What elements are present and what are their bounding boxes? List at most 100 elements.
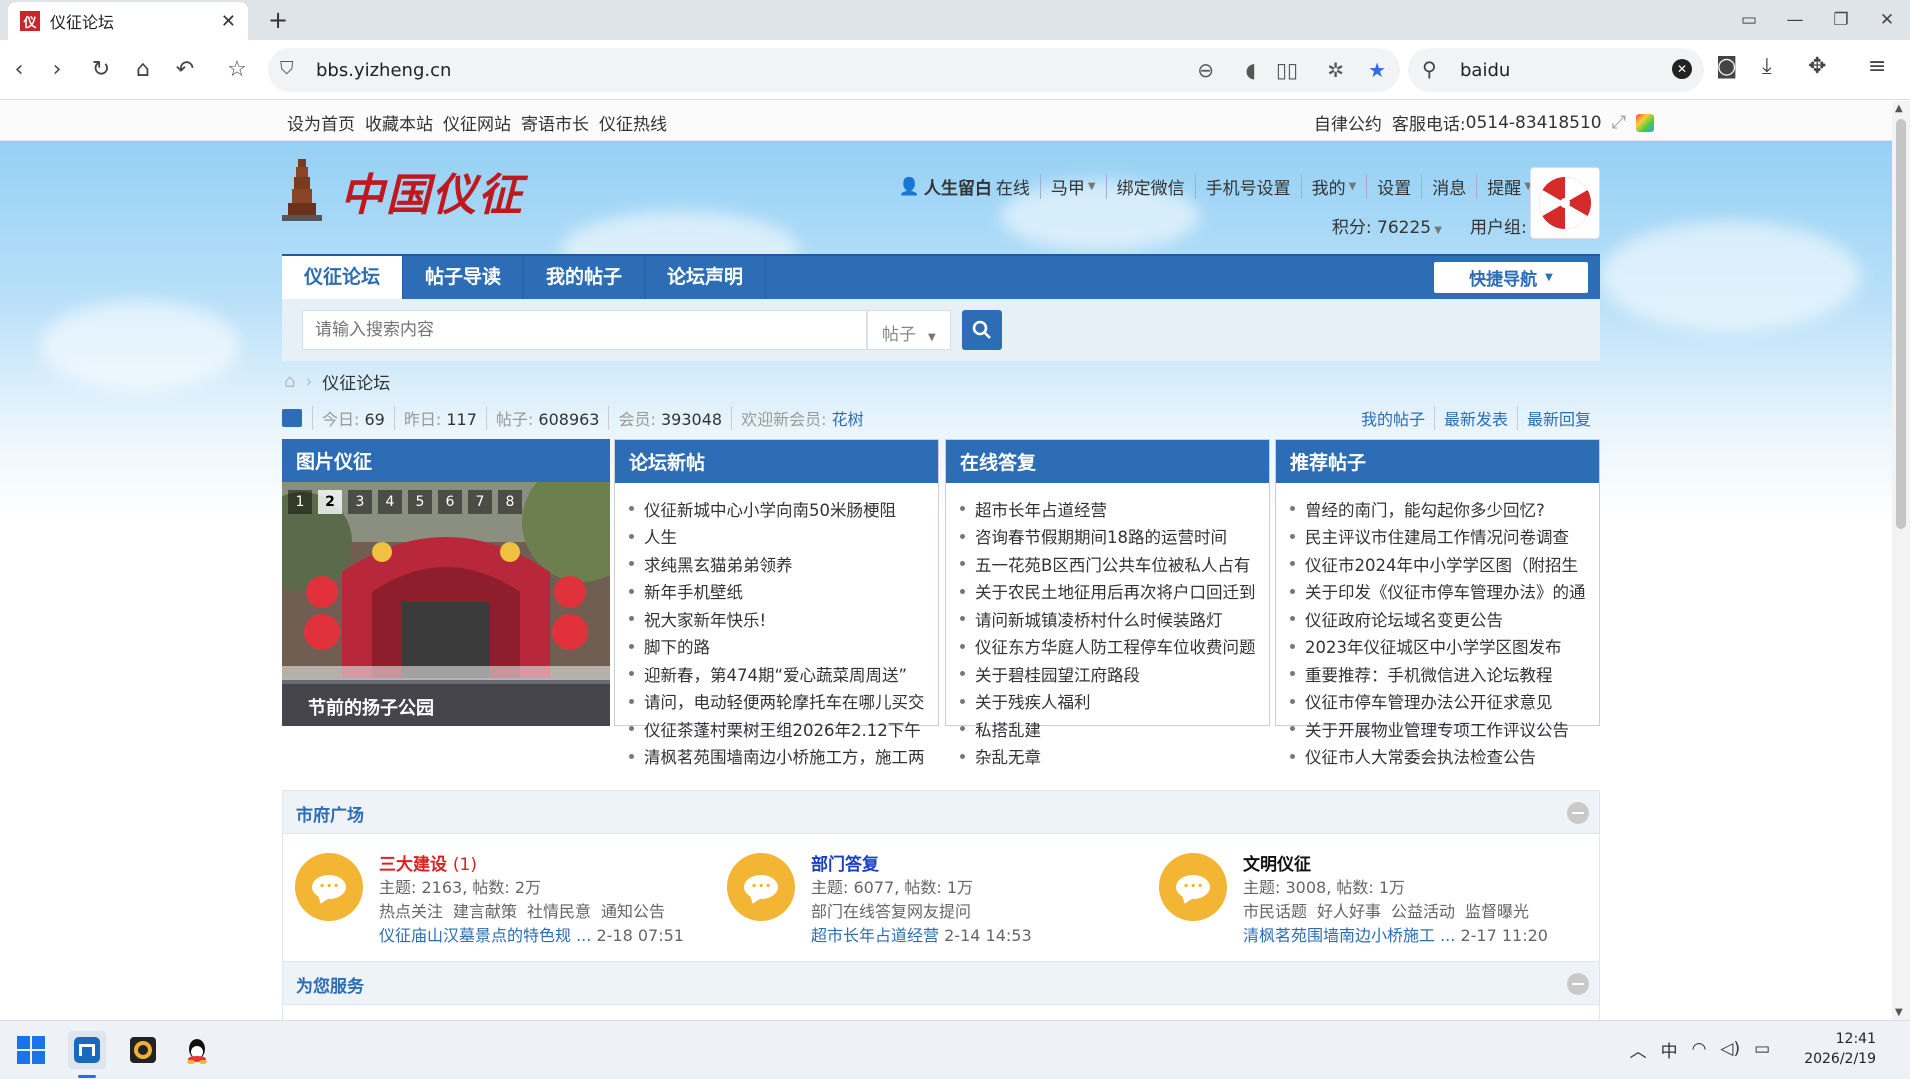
list-item[interactable]: 私搭乱建 [960, 715, 1269, 743]
forum-last-post[interactable]: 仪征庙山汉墓景点的特色规 ... 2-18 07:51 [379, 922, 684, 946]
clear-search-icon[interactable]: ✕ [1672, 59, 1692, 79]
reader-icon[interactable]: ▯▯ [1276, 58, 1298, 82]
qq-icon[interactable] [178, 1031, 216, 1069]
new-tab-icon[interactable]: + [268, 6, 288, 34]
forward-icon[interactable]: › [42, 54, 72, 84]
tab-list-icon[interactable]: ▭ [1726, 0, 1772, 40]
collapse-icon[interactable] [1567, 802, 1589, 824]
site-logo[interactable]: 中国仪征 [282, 153, 542, 223]
nav-statement[interactable]: 论坛声明 [645, 256, 767, 299]
forum-name[interactable]: 文明仪征 [1243, 850, 1311, 875]
username[interactable]: 人生留白 [924, 174, 992, 199]
points[interactable]: 积分: 76225 ▼ [1332, 213, 1442, 238]
list-item[interactable]: 关于开展物业管理专项工作评议公告 [1290, 715, 1599, 743]
list-item[interactable]: 杂乱无章 [960, 743, 1269, 771]
reload-icon[interactable]: ↻ [86, 54, 116, 84]
bookmark-link[interactable]: 收藏本站 [365, 110, 433, 135]
close-tab-icon[interactable]: ✕ [221, 11, 236, 32]
section-title[interactable]: 市府广场 [296, 801, 364, 826]
list-item[interactable]: 人生 [629, 523, 938, 551]
ime-indicator[interactable]: 中 [1661, 1037, 1678, 1062]
home-icon[interactable]: ⌂ [284, 371, 295, 392]
subforum-link[interactable]: 社情民意 [527, 898, 591, 922]
menu-icon[interactable]: ≡ [1868, 54, 1886, 79]
forum-chat-icon[interactable] [1159, 853, 1227, 921]
latest-posted-link[interactable]: 最新发表 [1433, 406, 1517, 430]
battery-icon[interactable]: ▭ [1754, 1039, 1770, 1059]
maxthon-icon[interactable] [68, 1031, 106, 1069]
slide-page-3[interactable]: 3 [348, 490, 372, 514]
vest-menu[interactable]: 马甲 [1051, 174, 1085, 199]
forum-name[interactable]: 三大建设 (1) [379, 850, 477, 875]
slide-page-7[interactable]: 7 [468, 490, 492, 514]
scroll-down-icon[interactable]: ▼ [1895, 1007, 1903, 1018]
new-member-link[interactable]: 花树 [832, 410, 864, 429]
forum-chat-icon[interactable] [295, 853, 363, 921]
forum-search-input[interactable] [302, 310, 867, 350]
list-item[interactable]: 脚下的路 [629, 633, 938, 661]
self-discipline-link[interactable]: 自律公约 [1314, 110, 1382, 135]
search-button[interactable] [962, 310, 1002, 350]
restore-icon[interactable]: ❐ [1818, 0, 1864, 40]
quick-nav-button[interactable]: 快捷导航 ▼ [1434, 262, 1588, 293]
list-item[interactable]: 关于农民土地征用后再次将户口回迁到 [960, 578, 1269, 606]
star-icon[interactable]: ☆ [222, 54, 252, 84]
slide-page-5[interactable]: 5 [408, 490, 432, 514]
volume-icon[interactable]: ◁) [1720, 1039, 1740, 1059]
close-window-icon[interactable]: ✕ [1864, 0, 1910, 40]
home-icon[interactable]: ⌂ [128, 54, 158, 84]
subforum-link[interactable]: 通知公告 [601, 898, 665, 922]
search-box[interactable]: ⚲ baidu ✕ [1408, 48, 1704, 92]
list-item[interactable]: 请问新城镇凌桥村什么时候装路灯 [960, 605, 1269, 633]
theme-icon[interactable] [1636, 113, 1654, 132]
forum-name[interactable]: 部门答复 [811, 850, 879, 875]
list-item[interactable]: 仪征市2024年中小学学区图（附招生 [1290, 550, 1599, 578]
list-item[interactable]: 超市长年占道经营 [960, 495, 1269, 523]
nav-forum[interactable]: 仪征论坛 [282, 256, 404, 299]
list-item[interactable]: 仪征市停车管理办法公开征求意见 [1290, 688, 1599, 716]
list-item[interactable]: 迎新春，第474期“爱心蔬菜周周送” [629, 660, 938, 688]
wifi-icon[interactable]: ◠ [1692, 1039, 1707, 1059]
tracking-icon[interactable]: ✲ [1327, 58, 1344, 82]
set-homepage-link[interactable]: 设为首页 [287, 110, 355, 135]
list-item[interactable]: 仪征茶蓬村栗树王组2026年2.12下午 [629, 715, 938, 743]
list-item[interactable]: 清枫茗苑围墙南边小桥施工方，施工两 [629, 743, 938, 771]
collapse-icon[interactable] [1567, 973, 1589, 995]
photo-slide[interactable]: 1 2 3 4 5 6 7 8 节前的扬子公园 [282, 482, 610, 726]
browser-tab[interactable]: 仪 仪征论坛 ✕ [8, 2, 248, 40]
read-aloud-icon[interactable]: ◖ [1245, 58, 1256, 82]
settings-link[interactable]: 设置 [1377, 174, 1411, 199]
latest-replied-link[interactable]: 最新回复 [1516, 406, 1600, 430]
scrollbar-thumb[interactable] [1896, 119, 1906, 529]
my-posts-link[interactable]: 我的帖子 [1352, 406, 1434, 430]
subforum-link[interactable]: 公益活动 [1391, 898, 1455, 922]
list-item[interactable]: 2023年仪征城区中小学学区图发布 [1290, 633, 1599, 661]
slide-page-8[interactable]: 8 [498, 490, 522, 514]
list-item[interactable]: 五一花苑B区西门公共车位被私人占有 [960, 550, 1269, 578]
minimize-icon[interactable]: — [1772, 0, 1818, 40]
forum-chat-icon[interactable] [727, 853, 795, 921]
list-item[interactable]: 祝大家新年快乐! [629, 605, 938, 633]
list-item[interactable]: 关于碧桂园望江府路段 [960, 660, 1269, 688]
slide-page-4[interactable]: 4 [378, 490, 402, 514]
nav-guide[interactable]: 帖子导读 [403, 256, 525, 299]
nav-my-posts[interactable]: 我的帖子 [524, 256, 646, 299]
hotline-link[interactable]: 仪征热线 [599, 110, 667, 135]
list-item[interactable]: 曾经的南门，能勾起你多少回忆? [1290, 495, 1599, 523]
puzzle-icon[interactable]: ✥ [1808, 54, 1826, 79]
subforum-link[interactable]: 市民话题 [1243, 898, 1307, 922]
list-item[interactable]: 仪征新城中心小学向南50米肠梗阻 [629, 495, 938, 523]
reminders-menu[interactable]: 提醒 [1487, 174, 1521, 199]
back-icon[interactable]: ‹ [4, 54, 34, 84]
windows-start-icon[interactable] [12, 1031, 50, 1069]
message-mayor-link[interactable]: 寄语市长 [521, 110, 589, 135]
list-item[interactable]: 重要推荐：手机微信进入论坛教程 [1290, 660, 1599, 688]
slide-page-1[interactable]: 1 [288, 490, 312, 514]
messages-link[interactable]: 消息 [1432, 174, 1466, 199]
forum-last-post[interactable]: 清枫茗苑围墙南边小桥施工 ... 2-17 11:20 [1243, 922, 1548, 946]
breadcrumb-current[interactable]: 仪征论坛 [322, 369, 390, 394]
undo-icon[interactable]: ↶ [170, 54, 200, 84]
list-item[interactable]: 民主评议市住建局工作情况问卷调查 [1290, 523, 1599, 551]
phone-settings-link[interactable]: 手机号设置 [1206, 174, 1291, 199]
search-type-select[interactable]: 帖子 ▼ [867, 310, 951, 350]
